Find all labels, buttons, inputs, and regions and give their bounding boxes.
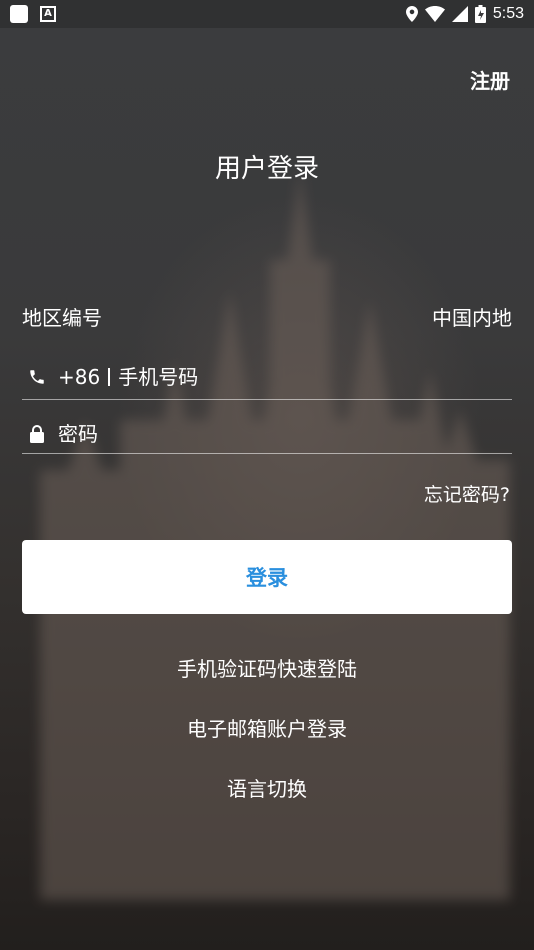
region-label: 地区编号 bbox=[22, 306, 102, 330]
signal-icon bbox=[451, 6, 468, 22]
region-selector[interactable]: 地区编号 中国内地 bbox=[22, 302, 512, 331]
notification-app-icon bbox=[10, 5, 28, 23]
wifi-icon bbox=[424, 6, 445, 22]
password-input[interactable] bbox=[52, 421, 512, 446]
lock-icon bbox=[22, 424, 52, 443]
email-login-link[interactable]: 电子邮箱账户登录 bbox=[0, 713, 534, 742]
language-switch-link[interactable]: 语言切换 bbox=[0, 773, 534, 802]
status-bar: A 5:53 bbox=[0, 0, 534, 28]
page-title: 用户登录 bbox=[214, 154, 319, 184]
country-code[interactable]: +86 bbox=[52, 365, 100, 389]
forgot-password-link[interactable]: 忘记密码? bbox=[424, 480, 510, 507]
phone-field[interactable]: +86 bbox=[22, 355, 512, 400]
clock: 5:53 bbox=[492, 5, 524, 22]
field-separator bbox=[108, 368, 111, 386]
battery-icon bbox=[474, 5, 486, 23]
notification-a-icon: A bbox=[40, 6, 56, 22]
login-button[interactable]: 登录 bbox=[22, 540, 512, 614]
phone-icon bbox=[22, 368, 52, 386]
location-icon bbox=[405, 6, 418, 22]
background-image bbox=[0, 0, 534, 950]
sms-login-link[interactable]: 手机验证码快速登陆 bbox=[0, 653, 534, 682]
register-link[interactable]: 注册 bbox=[470, 65, 510, 94]
phone-input[interactable] bbox=[118, 365, 512, 389]
password-field[interactable] bbox=[22, 414, 512, 454]
region-value[interactable]: 中国内地 bbox=[432, 302, 512, 331]
